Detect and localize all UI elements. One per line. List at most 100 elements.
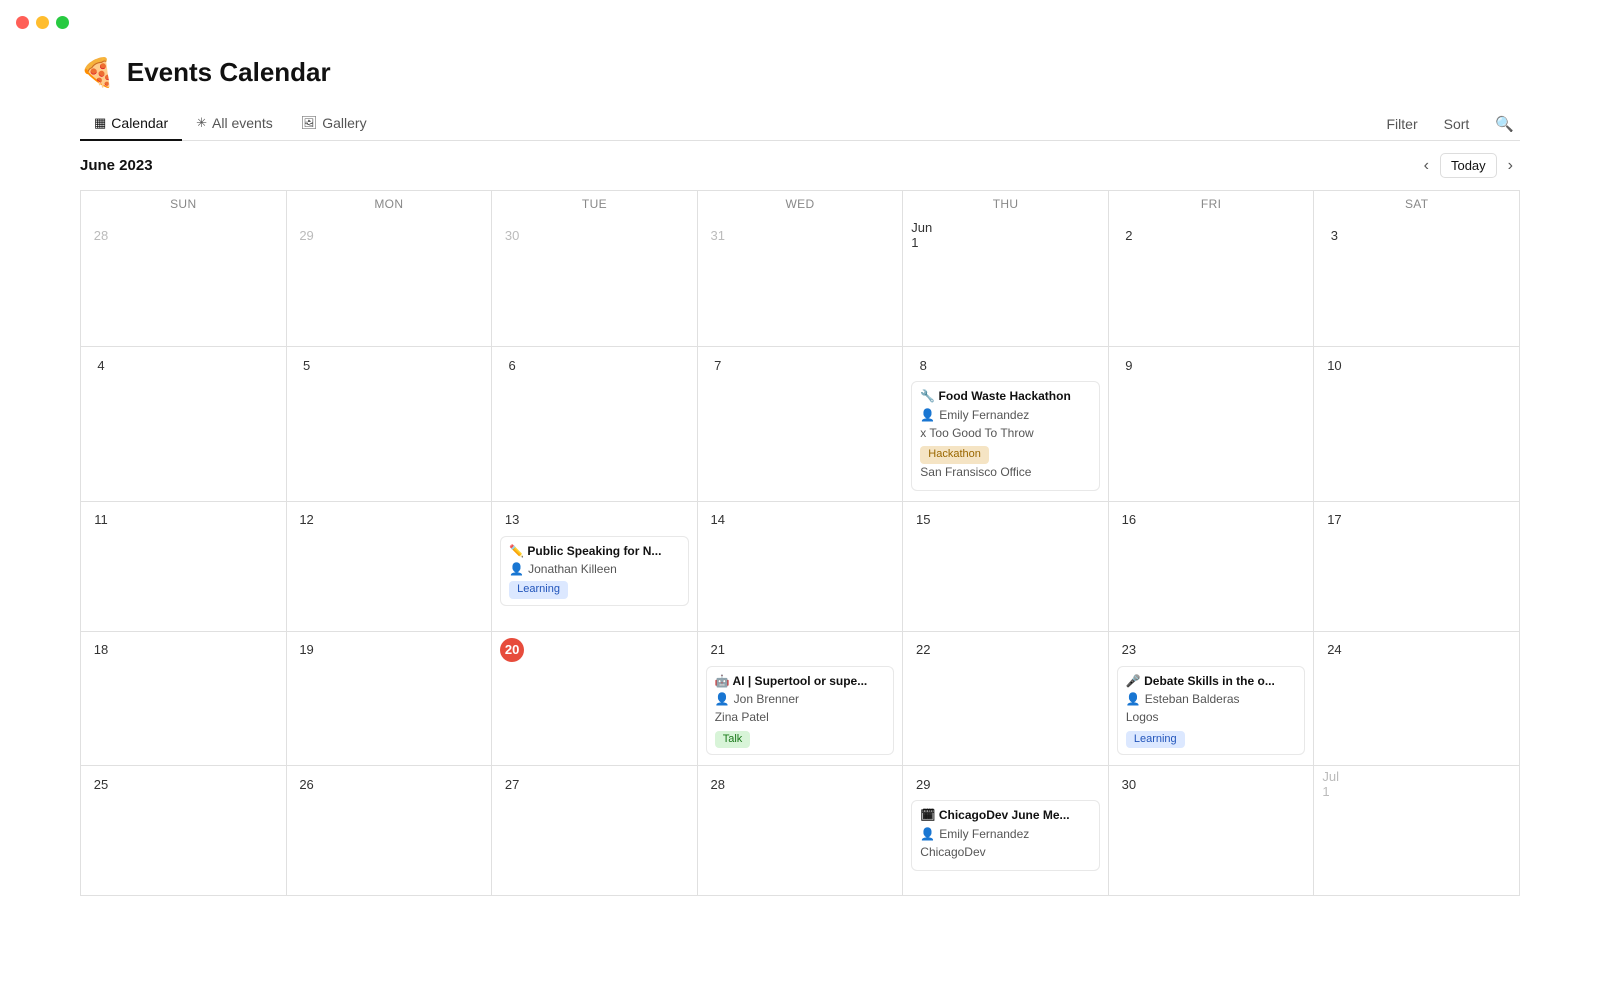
tab-gallery[interactable]: 🖼 Gallery xyxy=(287,107,381,141)
person-icon: 👤 xyxy=(715,691,730,708)
cal-cell[interactable]: 9 xyxy=(1109,347,1315,502)
cal-cell[interactable]: 18 xyxy=(81,632,287,767)
event-title: 🔧 Food Waste Hackathon xyxy=(920,388,1091,405)
cal-cell[interactable]: 14 xyxy=(698,502,904,632)
cal-cell[interactable]: 10 xyxy=(1314,347,1520,502)
event-title: 🗓 ChicagoDev June Me... xyxy=(920,807,1091,824)
cal-cell[interactable]: 30 xyxy=(492,217,698,347)
app-title: Events Calendar xyxy=(127,57,331,88)
search-button[interactable]: 🔍 xyxy=(1489,111,1520,137)
day-number: 21 xyxy=(706,638,730,662)
day-number: 15 xyxy=(911,508,935,532)
tab-all-events[interactable]: ✳ All events xyxy=(182,107,287,141)
event-person: 👤 Jon Brenner xyxy=(715,691,886,708)
day-number: 22 xyxy=(911,638,935,662)
cal-cell[interactable]: 23 🎤 Debate Skills in the o...👤 Esteban B… xyxy=(1109,632,1315,767)
event-card[interactable]: 🗓 ChicagoDev June Me... 👤 Emily Fernandez… xyxy=(911,800,1100,870)
next-month-button[interactable]: › xyxy=(1501,154,1520,178)
day-number: 27 xyxy=(500,772,524,796)
day-number: 18 xyxy=(89,638,113,662)
event-tag: Learning xyxy=(509,581,568,598)
event-org: Zina Patel xyxy=(715,709,886,726)
cal-cell[interactable]: 15 xyxy=(903,502,1109,632)
cal-cell[interactable]: 6 xyxy=(492,347,698,502)
day-number: 7 xyxy=(706,353,730,377)
cal-cell[interactable]: 25 xyxy=(81,766,287,896)
event-card[interactable]: 🤖 AI | Supertool or supe...👤 Jon Brenner… xyxy=(706,666,895,756)
cal-cell[interactable]: 16 xyxy=(1109,502,1315,632)
cal-cell[interactable]: Jul 1 xyxy=(1314,766,1520,896)
day-number: 20 xyxy=(500,638,524,662)
cal-cell[interactable]: 26 xyxy=(287,766,493,896)
cal-cell[interactable]: 28 xyxy=(81,217,287,347)
event-card[interactable]: ✏️ Public Speaking for N...👤 Jonathan Ki… xyxy=(500,536,689,606)
tab-all-events-label: All events xyxy=(212,115,273,131)
person-icon: 👤 xyxy=(509,561,524,578)
event-tag: Talk xyxy=(715,731,751,748)
day-number: 19 xyxy=(295,638,319,662)
event-person: 👤 Emily Fernandez xyxy=(920,826,1091,843)
cal-cell[interactable]: 31 xyxy=(698,217,904,347)
event-org: ChicagoDev xyxy=(920,844,1091,861)
day-number: 14 xyxy=(706,508,730,532)
cal-cell[interactable]: 12 xyxy=(287,502,493,632)
minimize-button[interactable] xyxy=(36,16,49,29)
cal-cell[interactable]: 20 xyxy=(492,632,698,767)
close-button[interactable] xyxy=(16,16,29,29)
maximize-button[interactable] xyxy=(56,16,69,29)
cal-cell[interactable]: 17 xyxy=(1314,502,1520,632)
cal-cell[interactable]: 7 xyxy=(698,347,904,502)
day-number: 5 xyxy=(295,353,319,377)
day-number: 23 xyxy=(1117,638,1141,662)
cal-cell[interactable]: 13✏️ Public Speaking for N...👤 Jonathan … xyxy=(492,502,698,632)
calendar-grid-wrapper: SUN MON TUE WED THU FRI SAT 28293031Jun … xyxy=(0,190,1600,896)
cal-cell[interactable]: 29 xyxy=(287,217,493,347)
event-title: 🎤 Debate Skills in the o... xyxy=(1126,673,1297,690)
cal-cell[interactable]: 28 xyxy=(698,766,904,896)
cal-cell[interactable]: 24 xyxy=(1314,632,1520,767)
day-number: 29 xyxy=(911,772,935,796)
cal-cell[interactable]: 19 xyxy=(287,632,493,767)
cal-cell[interactable]: 22 xyxy=(903,632,1109,767)
cal-cell[interactable]: 11 xyxy=(81,502,287,632)
day-number: 2 xyxy=(1117,223,1141,247)
event-title: ✏️ Public Speaking for N... xyxy=(509,543,680,560)
day-number: 25 xyxy=(89,772,113,796)
today-button[interactable]: Today xyxy=(1440,153,1497,178)
cal-cell[interactable]: 30 xyxy=(1109,766,1315,896)
cal-cell[interactable]: 4 xyxy=(81,347,287,502)
person-icon: 👤 xyxy=(920,826,935,843)
event-person: 👤 Esteban Balderas xyxy=(1126,691,1297,708)
event-org: Logos xyxy=(1126,709,1297,726)
calendar-grid: 28293031Jun 12345678🔧 Food Waste Hackath… xyxy=(80,217,1520,896)
day-number: 29 xyxy=(295,223,319,247)
cal-cell[interactable]: 2 xyxy=(1109,217,1315,347)
cal-cell[interactable]: 21 🤖 AI | Supertool or supe...👤 Jon Brenn… xyxy=(698,632,904,767)
event-location: San Fransisco Office xyxy=(920,464,1091,481)
app-icon: 🍕 xyxy=(80,56,115,89)
tab-calendar[interactable]: ▦ Calendar xyxy=(80,107,182,141)
person-icon: 👤 xyxy=(920,407,935,424)
cal-cell[interactable]: 5 xyxy=(287,347,493,502)
filter-button[interactable]: Filter xyxy=(1381,112,1424,136)
sort-button[interactable]: Sort xyxy=(1438,112,1476,136)
prev-month-button[interactable]: ‹ xyxy=(1417,154,1436,178)
cal-cell[interactable]: 3 xyxy=(1314,217,1520,347)
day-number: 28 xyxy=(89,223,113,247)
cal-cell[interactable]: Jun 1 xyxy=(903,217,1109,347)
day-number: 4 xyxy=(89,353,113,377)
nav-controls: ‹ Today › xyxy=(1417,153,1520,178)
event-card[interactable]: 🎤 Debate Skills in the o...👤 Esteban Bal… xyxy=(1117,666,1306,756)
cal-cell[interactable]: 29 🗓 ChicagoDev June Me... 👤 Emily Fernand… xyxy=(903,766,1109,896)
day-number: 6 xyxy=(500,353,524,377)
day-number: 12 xyxy=(295,508,319,532)
cal-cell[interactable]: 8🔧 Food Waste Hackathon👤 Emily Fernandez… xyxy=(903,347,1109,502)
tab-gallery-label: Gallery xyxy=(322,115,366,131)
calendar-tab-icon: ▦ xyxy=(94,115,106,131)
titlebar xyxy=(0,0,1600,36)
day-header-fri: FRI xyxy=(1109,191,1315,217)
day-number: 24 xyxy=(1322,638,1346,662)
event-card[interactable]: 🔧 Food Waste Hackathon👤 Emily Fernandezx… xyxy=(911,381,1100,491)
cal-cell[interactable]: 27 xyxy=(492,766,698,896)
tab-calendar-label: Calendar xyxy=(111,115,168,131)
